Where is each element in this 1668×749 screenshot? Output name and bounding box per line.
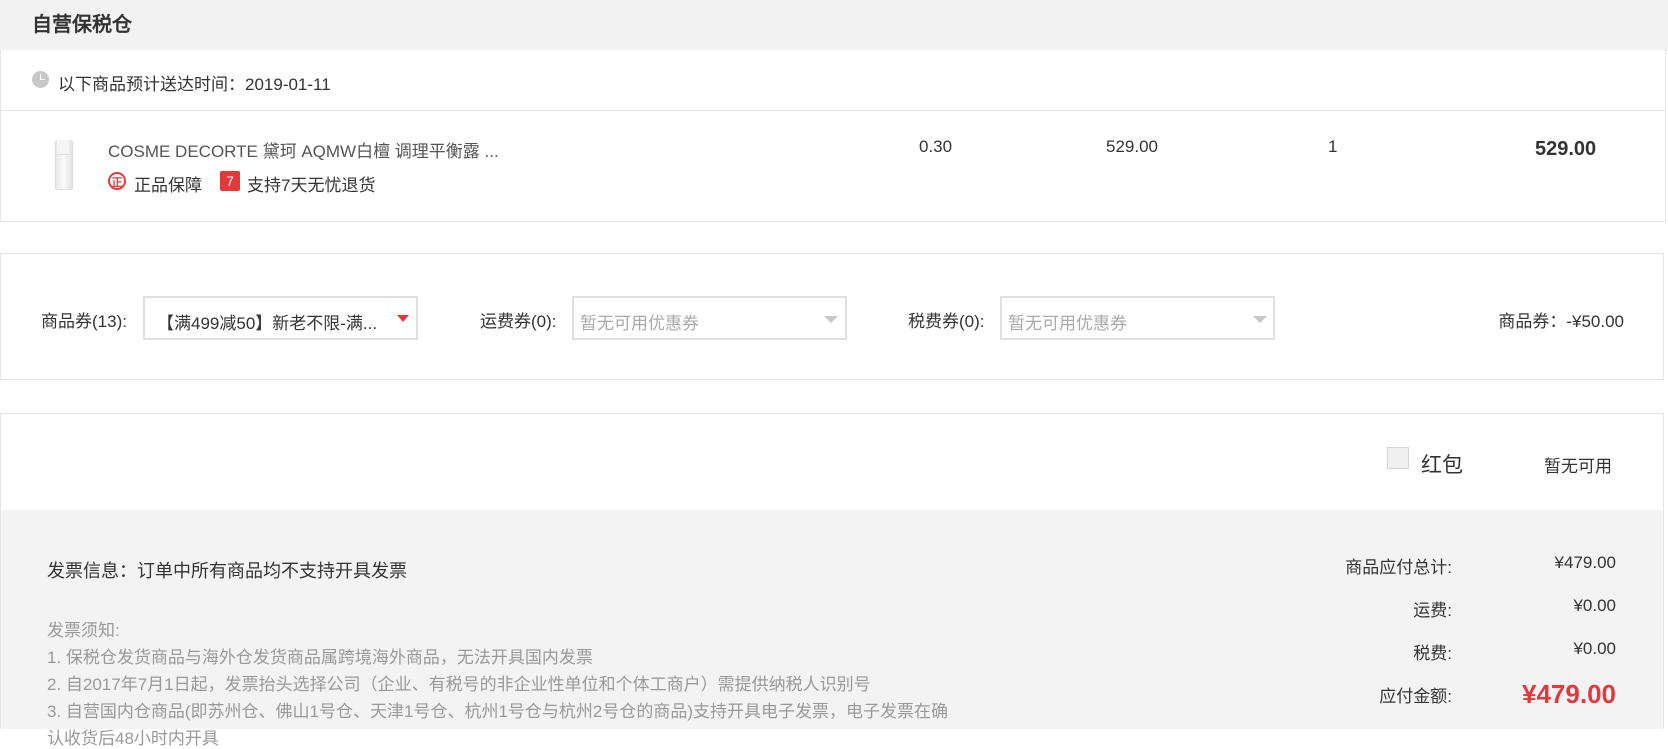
invoice-notice-line: 1. 保税仓发货商品与海外仓发货商品属跨境海外商品，无法开具国内发票 (47, 648, 593, 667)
product-weight: 0.30 (919, 137, 953, 156)
invoice-notice-line: 2. 自2017年7月1日起，发票抬头选择公司（企业、有税号的非企业性单位和个体… (47, 675, 871, 694)
chevron-down-icon (1253, 316, 1267, 323)
seven-day-return-icon: 7 (220, 171, 240, 191)
product-row (0, 111, 1666, 222)
product-subtotal: 529.00 (1535, 138, 1597, 160)
warehouse-title: 自营保税仓 (32, 14, 132, 36)
red-packet-checkbox[interactable] (1387, 447, 1409, 469)
red-packet-status: 暂无可用 (1544, 457, 1612, 476)
payable-amount-label: 应付金额: (1379, 687, 1452, 706)
shipping-coupon-placeholder: 暂无可用优惠券 (580, 314, 699, 333)
coupon-discount-summary: 商品券：-¥50.00 (1498, 312, 1624, 331)
product-bottle-cap (57, 140, 69, 155)
shipping-coupon-label: 运费券(0): (480, 312, 557, 331)
clock-icon (32, 71, 49, 88)
genuine-guarantee-label: 正品保障 (134, 176, 202, 195)
goods-coupon-selected-value: 【满499减50】新老不限-满... (157, 314, 378, 333)
invoice-info: 发票信息：订单中所有商品均不支持开具发票 (47, 561, 407, 581)
goods-total-value: ¥479.00 (1554, 553, 1616, 572)
warehouse-header (0, 0, 1668, 51)
chevron-down-icon (397, 315, 409, 322)
product-quantity: 1 (1328, 137, 1338, 156)
goods-coupon-label: 商品券(13): (41, 312, 127, 331)
red-packet-label[interactable]: 红包 (1421, 449, 1463, 479)
tax-coupon-label: 税费券(0): (908, 312, 985, 331)
tax-coupon-placeholder: 暂无可用优惠券 (1008, 314, 1127, 333)
red-packet-section (0, 413, 1664, 510)
invoice-notice-title: 发票须知: (47, 621, 120, 640)
delivery-time-text: 以下商品预计送达时间：2019-01-11 (58, 75, 331, 94)
product-unit-price: 529.00 (1106, 137, 1158, 156)
tax-fee-value: ¥0.00 (1573, 639, 1616, 658)
seven-day-return-label: 支持7天无忧退货 (247, 176, 376, 195)
payable-amount-value: ¥479.00 (1522, 679, 1616, 709)
genuine-guarantee-icon: 正 (108, 172, 126, 190)
tax-fee-label: 税费: (1413, 644, 1452, 663)
shipping-fee-value: ¥0.00 (1573, 596, 1616, 615)
product-name-link[interactable]: COSME DECORTE 黛珂 AQMW白檀 调理平衡露 ... (108, 137, 499, 162)
shipping-fee-label: 运费: (1413, 601, 1452, 620)
chevron-down-icon (824, 316, 838, 323)
invoice-notice-line: 3. 自营国内仓商品(即苏州仓、佛山1号仓、天津1号仓、杭州1号仓与杭州2号仓的… (47, 702, 949, 721)
invoice-notice-line: 认收货后48小时内开具 (47, 729, 219, 748)
goods-total-label: 商品应付总计: (1345, 558, 1452, 577)
